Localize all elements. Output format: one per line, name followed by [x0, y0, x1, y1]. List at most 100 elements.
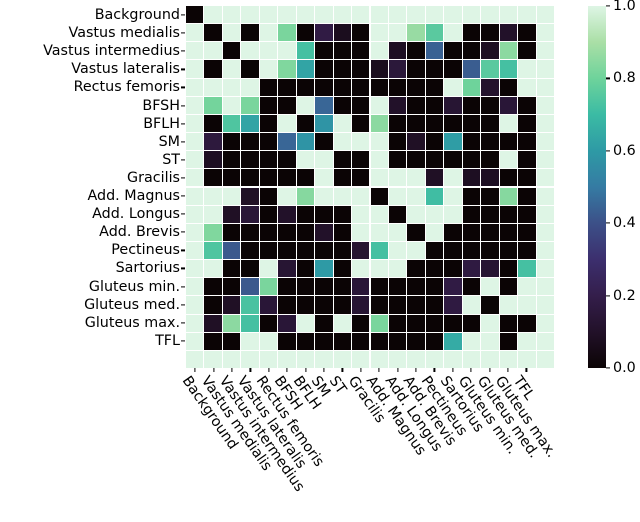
y-axis-tick	[181, 32, 185, 34]
heatmap-cell	[222, 187, 241, 205]
x-axis-tick	[305, 368, 307, 372]
heatmap-cell	[518, 169, 536, 187]
y-axis-tick	[181, 68, 185, 70]
heatmap-cell	[315, 187, 333, 205]
y-axis-label: Add. Longus	[92, 206, 180, 223]
heatmap-cell	[204, 332, 222, 350]
heatmap-cell	[370, 205, 388, 223]
heatmap-cell	[499, 151, 518, 169]
heatmap-cell	[407, 151, 425, 169]
heatmap-cell	[315, 78, 333, 96]
heatmap-cell	[425, 260, 444, 278]
heatmap-cell	[425, 60, 444, 78]
heatmap-cell	[425, 6, 444, 24]
heatmap-cell	[444, 133, 462, 151]
heatmap-cell	[425, 114, 444, 132]
heatmap-cell	[499, 350, 518, 368]
heatmap-cell	[518, 114, 536, 132]
heatmap-cell	[315, 96, 333, 114]
heatmap-figure: Background Vastus medialis Vastus intermed…	[0, 0, 640, 522]
heatmap-cell	[186, 242, 204, 260]
heatmap-cell	[259, 187, 278, 205]
heatmap-cell	[444, 332, 462, 350]
heatmap-cell	[296, 332, 315, 350]
heatmap-cell	[370, 260, 388, 278]
heatmap-cell	[259, 169, 278, 187]
heatmap-cell	[278, 114, 296, 132]
heatmap-cell	[389, 187, 407, 205]
heatmap-cell	[204, 133, 222, 151]
heatmap-cell	[444, 114, 462, 132]
heatmap-cell	[296, 78, 315, 96]
heatmap-cell	[204, 296, 222, 314]
colorbar-tick	[606, 150, 610, 152]
heatmap-cell	[536, 42, 554, 60]
heatmap-cell	[204, 205, 222, 223]
heatmap-cell	[370, 151, 388, 169]
heatmap-cell	[444, 314, 462, 332]
heatmap-cell	[370, 6, 388, 24]
heatmap-cell	[259, 205, 278, 223]
heatmap-cell	[259, 60, 278, 78]
heatmap-cell	[407, 350, 425, 368]
heatmap-cell	[499, 60, 518, 78]
heatmap-cell	[259, 133, 278, 151]
y-axis-tick	[181, 14, 185, 16]
y-axis-label: Background	[94, 7, 180, 23]
heatmap-cell	[259, 151, 278, 169]
heatmap-cell	[186, 278, 204, 296]
y-axis-tick	[181, 141, 185, 143]
heatmap-cell	[481, 114, 499, 132]
x-axis: Background Vastus medialis Vastus intermed…	[179, 368, 559, 522]
heatmap-cell	[204, 42, 222, 60]
x-axis-tick	[268, 368, 270, 372]
y-axis-label: Vastus intermedius	[43, 43, 180, 60]
heatmap-cell	[204, 169, 222, 187]
y-axis-label: Gracilis	[127, 169, 180, 186]
heatmap-cell	[315, 151, 333, 169]
heatmap-cell	[352, 114, 370, 132]
x-axis-tick	[286, 368, 288, 372]
heatmap-cell	[296, 60, 315, 78]
x-axis-tick	[231, 368, 233, 372]
heatmap-cell	[518, 42, 536, 60]
heatmap-cell	[425, 133, 444, 151]
heatmap-cell	[389, 350, 407, 368]
heatmap-cell	[518, 278, 536, 296]
heatmap-cell	[222, 205, 241, 223]
y-axis-label: Sartorius	[115, 260, 180, 277]
colorbar-tick	[606, 5, 610, 7]
y-axis-label: Rectus femoris	[73, 79, 180, 96]
heatmap-cell	[352, 96, 370, 114]
y-axis-tick	[181, 249, 185, 251]
heatmap-cell	[444, 260, 462, 278]
heatmap-cell	[407, 205, 425, 223]
heatmap-cell	[259, 78, 278, 96]
heatmap-cell	[241, 60, 259, 78]
heatmap-cell	[333, 242, 351, 260]
heatmap-cell	[186, 78, 204, 96]
heatmap-cell	[186, 42, 204, 60]
heatmap-cell	[370, 169, 388, 187]
heatmap-cell	[296, 42, 315, 60]
colorbar: 0.0 0.2 0.4 0.6 0.8 1.0	[588, 0, 636, 376]
heatmap-cell	[333, 296, 351, 314]
y-axis-tick	[181, 231, 185, 233]
x-axis-tick	[470, 368, 472, 372]
heatmap-cell	[407, 96, 425, 114]
heatmap-cell	[333, 151, 351, 169]
heatmap-cell	[333, 96, 351, 114]
heatmap-cell	[352, 151, 370, 169]
heatmap-cell	[370, 96, 388, 114]
heatmap-cell	[296, 278, 315, 296]
heatmap-cell	[352, 205, 370, 223]
heatmap-cell	[481, 133, 499, 151]
heatmap-cell	[296, 133, 315, 151]
heatmap-cell	[499, 205, 518, 223]
heatmap-cell	[389, 78, 407, 96]
heatmap-cell	[241, 296, 259, 314]
heatmap-cell	[444, 278, 462, 296]
y-axis-tick	[181, 195, 185, 197]
heatmap-cell	[462, 260, 481, 278]
heatmap-cell	[315, 169, 333, 187]
